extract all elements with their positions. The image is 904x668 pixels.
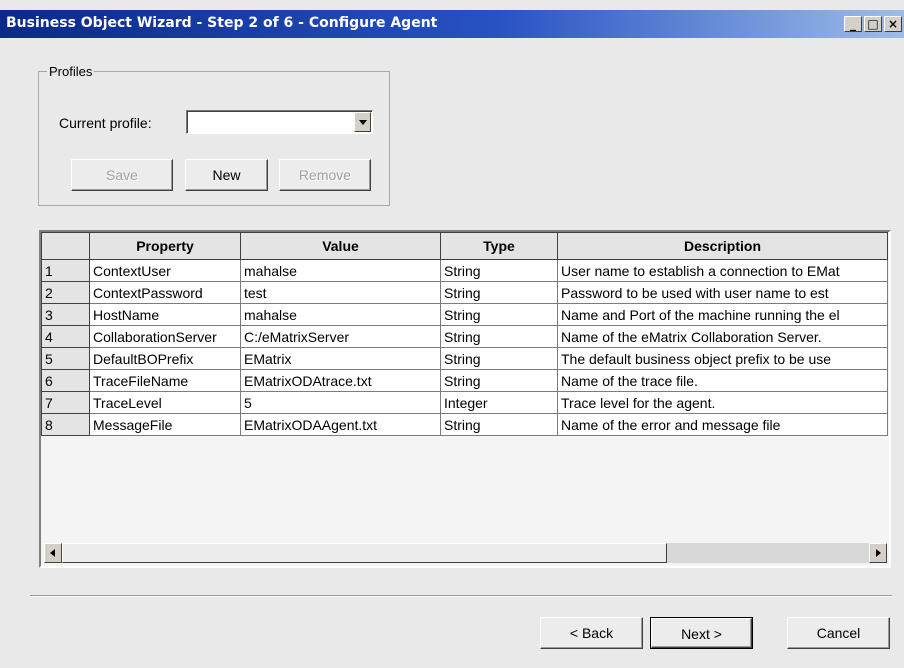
profiles-group: Profiles Current profile: Save New Remov… [38, 64, 390, 206]
wizard-window: Business Object Wizard - Step 2 of 6 - C… [0, 0, 904, 668]
value-cell[interactable]: EMatrixODAtrace.txt [240, 369, 441, 392]
type-cell[interactable]: String [440, 325, 558, 348]
type-cell[interactable]: String [440, 347, 558, 370]
window-title: Business Object Wizard - Step 2 of 6 - C… [6, 15, 438, 31]
current-profile-select[interactable] [186, 110, 373, 134]
scroll-right-icon[interactable] [869, 543, 887, 563]
table-row[interactable]: 5 DefaultBOPrefix EMatrix String The def… [41, 347, 888, 370]
maximize-icon[interactable]: □ [864, 16, 882, 32]
row-number[interactable]: 4 [41, 325, 90, 348]
row-number[interactable]: 2 [41, 281, 90, 304]
type-cell[interactable]: String [440, 259, 558, 282]
remove-button[interactable]: Remove [279, 159, 371, 191]
property-cell[interactable]: DefaultBOPrefix [89, 347, 241, 370]
title-bar[interactable]: Business Object Wizard - Step 2 of 6 - C… [0, 10, 904, 38]
back-button[interactable]: < Back [540, 617, 643, 649]
row-number[interactable]: 8 [41, 413, 90, 436]
property-cell[interactable]: ContextPassword [89, 281, 241, 304]
scroll-left-icon[interactable] [44, 543, 62, 563]
row-number[interactable]: 7 [41, 391, 90, 414]
row-number[interactable]: 5 [41, 347, 90, 370]
table-row[interactable]: 3 HostName mahalse String Name and Port … [41, 303, 888, 326]
description-cell[interactable]: Name and Port of the machine running the… [557, 303, 888, 326]
current-profile-label: Current profile: [59, 115, 152, 131]
description-cell[interactable]: Name of the error and message file [557, 413, 888, 436]
table-row[interactable]: 6 TraceFileName EMatrixODAtrace.txt Stri… [41, 369, 888, 392]
type-cell[interactable]: String [440, 413, 558, 436]
table-row[interactable]: 1 ContextUser mahalse String User name t… [41, 259, 888, 282]
type-cell[interactable]: String [440, 369, 558, 392]
row-number[interactable]: 3 [41, 303, 90, 326]
footer-divider [30, 595, 892, 597]
column-header-property[interactable]: Property [89, 232, 241, 260]
next-button[interactable]: Next > [650, 617, 753, 649]
table-row[interactable]: 4 CollaborationServer C:/eMatrixServer S… [41, 325, 888, 348]
table-row[interactable]: 7 TraceLevel 5 Integer Trace level for t… [41, 391, 888, 414]
value-cell[interactable]: 5 [240, 391, 441, 414]
scrollbar-thumb[interactable] [62, 543, 667, 563]
property-cell[interactable]: MessageFile [89, 413, 241, 436]
type-cell[interactable]: String [440, 281, 558, 304]
column-header-description[interactable]: Description [557, 232, 888, 260]
value-cell[interactable]: EMatrixODAAgent.txt [240, 413, 441, 436]
description-cell[interactable]: Name of the eMatrix Collaboration Server… [557, 325, 888, 348]
row-number[interactable]: 6 [41, 369, 90, 392]
grid-corner-header [41, 232, 90, 260]
cancel-button[interactable]: Cancel [787, 617, 890, 649]
row-number[interactable]: 1 [41, 259, 90, 282]
properties-table: Property Value Type Description 1 Contex… [41, 232, 888, 436]
property-cell[interactable]: TraceFileName [89, 369, 241, 392]
type-cell[interactable]: Integer [440, 391, 558, 414]
column-header-type[interactable]: Type [440, 232, 558, 260]
description-cell[interactable]: Name of the trace file. [557, 369, 888, 392]
value-cell[interactable]: test [240, 281, 441, 304]
properties-grid[interactable]: Property Value Type Description 1 Contex… [39, 230, 891, 568]
column-header-value[interactable]: Value [240, 232, 441, 260]
table-row[interactable]: 2 ContextPassword test String Password t… [41, 281, 888, 304]
grid-header-row: Property Value Type Description [41, 232, 888, 260]
property-cell[interactable]: ContextUser [89, 259, 241, 282]
horizontal-scrollbar[interactable] [44, 543, 887, 563]
minimize-icon[interactable]: _ [844, 16, 862, 32]
description-cell[interactable]: Trace level for the agent. [557, 391, 888, 414]
type-cell[interactable]: String [440, 303, 558, 326]
value-cell[interactable]: C:/eMatrixServer [240, 325, 441, 348]
property-cell[interactable]: TraceLevel [89, 391, 241, 414]
property-cell[interactable]: HostName [89, 303, 241, 326]
window-controls: _ □ × [844, 16, 902, 34]
description-cell[interactable]: User name to establish a connection to E… [557, 259, 888, 282]
description-cell[interactable]: Password to be used with user name to es… [557, 281, 888, 304]
property-cell[interactable]: CollaborationServer [89, 325, 241, 348]
value-cell[interactable]: mahalse [240, 259, 441, 282]
table-row[interactable]: 8 MessageFile EMatrixODAAgent.txt String… [41, 413, 888, 436]
description-cell[interactable]: The default business object prefix to be… [557, 347, 888, 370]
value-cell[interactable]: mahalse [240, 303, 441, 326]
chevron-down-icon[interactable] [354, 112, 371, 132]
save-button[interactable]: Save [71, 159, 173, 191]
value-cell[interactable]: EMatrix [240, 347, 441, 370]
profiles-legend: Profiles [49, 64, 93, 79]
new-button[interactable]: New [185, 159, 268, 191]
close-icon[interactable]: × [884, 16, 902, 32]
